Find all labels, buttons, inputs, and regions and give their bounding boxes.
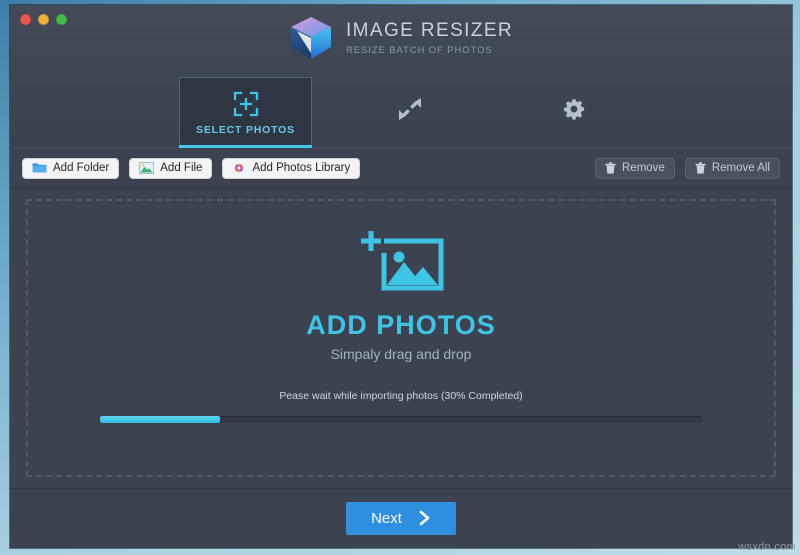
import-progress-label: Pease wait while importing photos (30% C… [279, 390, 523, 402]
add-folder-button[interactable]: Add Folder [22, 157, 120, 179]
add-photos-library-label: Add Photos Library [252, 162, 351, 174]
tab-select-photos-label: SELECT PHOTOS [196, 123, 295, 136]
toolbar-right-group: Remove Remove All [595, 157, 780, 179]
watermark: wsxdn.com [738, 541, 796, 553]
resize-diagonal-arrows-icon [397, 96, 423, 122]
trash-icon [605, 162, 616, 174]
brand-title: IMAGE RESIZER [345, 20, 514, 41]
brand: IMAGE RESIZER RESIZE BATCH OF PHOTOS [10, 15, 792, 61]
focus-frame-plus-icon [233, 91, 259, 117]
footer: Next [10, 488, 792, 548]
photos-library-icon [235, 163, 244, 173]
add-file-button[interactable]: Add File [129, 157, 213, 179]
titlebar: IMAGE RESIZER RESIZE BATCH OF PHOTOS [10, 5, 792, 73]
picture-icon [139, 162, 155, 174]
add-photo-icon [358, 229, 444, 296]
dropzone-subtitle: Simpaly drag and drop [330, 346, 472, 362]
progress-fill [100, 416, 221, 423]
toolbar-left-group: Add Folder Add File Add Photos Library [22, 157, 361, 179]
tab-settings[interactable] [507, 77, 640, 148]
photo-dropzone[interactable]: ADD PHOTOS Simpaly drag and drop Pease w… [26, 199, 776, 477]
add-photos-library-button[interactable]: Add Photos Library [222, 157, 361, 179]
chevron-right-icon [419, 510, 430, 526]
folder-icon [32, 163, 47, 173]
remove-button[interactable]: Remove [595, 157, 675, 179]
app-window: IMAGE RESIZER RESIZE BATCH OF PHOTOS SEL… [10, 5, 792, 548]
gear-icon [562, 96, 586, 122]
add-folder-label: Add Folder [53, 162, 110, 174]
progress-track [100, 416, 702, 423]
tab-select-photos[interactable]: SELECT PHOTOS [179, 77, 312, 148]
dropzone-title: ADD PHOTOS [306, 310, 496, 340]
remove-all-button[interactable]: Remove All [684, 157, 780, 179]
next-button[interactable]: Next [346, 501, 456, 535]
brand-subtitle: RESIZE BATCH OF PHOTOS [345, 45, 493, 56]
stage: ADD PHOTOS Simpaly drag and drop Pease w… [10, 188, 792, 488]
import-progress: Pease wait while importing photos (30% C… [100, 390, 702, 423]
cube-logo-icon [290, 17, 331, 59]
remove-all-label: Remove All [711, 162, 770, 174]
trash-icon [695, 162, 706, 174]
add-file-label: Add File [160, 162, 203, 174]
tab-resize[interactable] [343, 77, 476, 148]
remove-label: Remove [622, 162, 665, 174]
tab-bar: SELECT PHOTOS [10, 73, 792, 148]
next-button-label: Next [371, 509, 402, 527]
toolbar: Add Folder Add File Add Photos Library R… [10, 148, 792, 188]
